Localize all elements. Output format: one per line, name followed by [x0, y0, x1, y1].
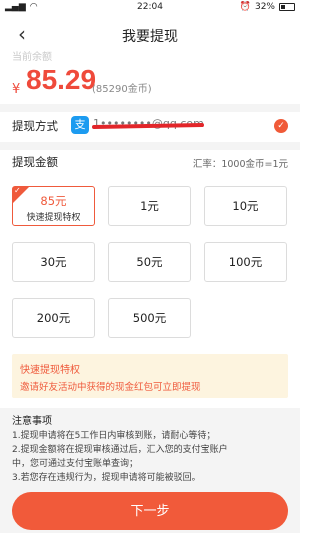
balance-coins: (85290金币): [92, 84, 152, 95]
balance-label: 当前余额: [12, 52, 52, 63]
amount-option-1[interactable]: 1元: [108, 186, 191, 226]
amount-option-200[interactable]: 200元: [12, 298, 95, 338]
divider: [0, 142, 300, 150]
notice-title: 快速提现特权: [20, 365, 80, 376]
amount-option-500[interactable]: 500元: [108, 298, 191, 338]
amount-label: 提现金额: [12, 155, 58, 169]
status-icons-right: ⏰ 32%: [240, 2, 295, 12]
amount-option-10[interactable]: 10元: [204, 186, 287, 226]
amount-option-100[interactable]: 100元: [204, 242, 287, 282]
footer: 下一步: [0, 488, 300, 533]
amount-option-50[interactable]: 50元: [108, 242, 191, 282]
next-button[interactable]: 下一步: [12, 492, 288, 530]
balance-section: 当前余额 ¥ 85.29 (85290金币): [0, 52, 300, 104]
note-item: 3.若您存在违规行为，提现申请将可能被驳回。: [12, 473, 201, 483]
amount-option-30[interactable]: 30元: [12, 242, 95, 282]
fast-withdraw-notice: 快速提现特权 邀请好友活动中获得的现金红包可立即提现: [12, 354, 288, 398]
option-sub: 快速提现特权: [26, 213, 81, 223]
check-icon[interactable]: ✓: [274, 119, 288, 133]
currency-symbol: ¥: [12, 82, 21, 97]
notice-text: 邀请好友活动中获得的现金红包可立即提现: [20, 382, 201, 393]
withdraw-method-row[interactable]: 提现方式 支 1••••••••@qq.com ✓: [0, 110, 300, 142]
note-item: 1.提现申请将在5工作日内审核到账，请耐心等待；: [12, 431, 216, 441]
alipay-icon: 支: [71, 116, 89, 134]
notes-title: 注意事项: [12, 416, 52, 427]
note-item: 中，您可通过支付宝账单查询；: [12, 459, 139, 469]
check-icon: ✓: [14, 186, 21, 195]
status-bar: ▂▄▆ ◠ 22:04 ⏰ 32%: [0, 0, 300, 16]
amount-header: 提现金额 汇率：1000金币=1元: [0, 150, 300, 174]
battery-icon: [279, 3, 295, 11]
notes-section: 注意事项 1.提现申请将在5工作日内审核到账，请耐心等待； 2.提现金额将在提现…: [0, 408, 300, 488]
method-label: 提现方式: [12, 119, 58, 133]
balance-amount: 85.29: [26, 64, 97, 95]
battery-percent: 32%: [254, 2, 275, 12]
exchange-rate: 汇率：1000金币=1元: [192, 159, 288, 170]
alarm-icon: ⏰: [239, 2, 251, 12]
page-title: 我要提现: [122, 29, 178, 45]
note-item: 2.提现金额将在提现审核通过后，汇入您的支付宝账户: [12, 445, 228, 455]
amount-option-85[interactable]: ✓ 85元 快速提现特权: [12, 186, 95, 226]
